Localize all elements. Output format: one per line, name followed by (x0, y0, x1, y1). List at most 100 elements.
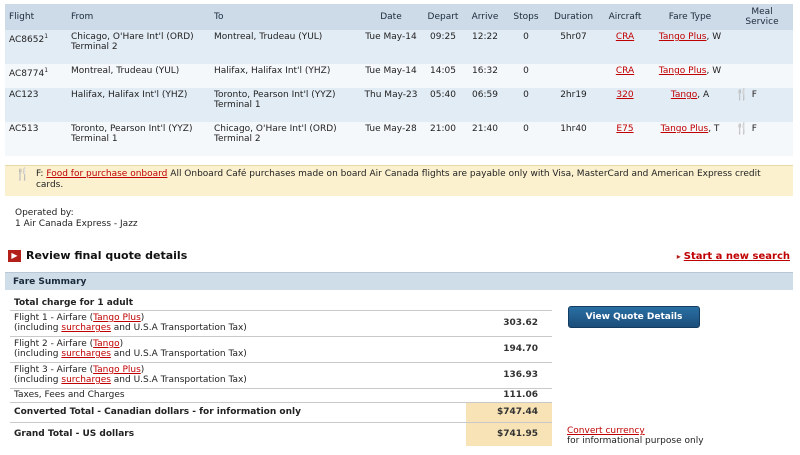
total-charge-label: Total charge for 1 adult (10, 296, 466, 311)
aircraft-link[interactable]: CRA (616, 32, 634, 42)
aircraft-link[interactable]: CRA (616, 66, 634, 76)
converted-total-label: Converted Total - Canadian dollars - for… (10, 402, 466, 423)
table-row: AC513 Toronto, Pearson Int'l (YYZ) Termin… (5, 122, 793, 156)
fare-type-cell: Tango, A (649, 88, 731, 122)
new-search: ▸ Start a new search (677, 251, 790, 262)
operated-by-value: 1 Air Canada Express - Jazz (15, 219, 138, 229)
depart-cell: 21:00 (422, 122, 464, 156)
fare-type-cell: Tango Plus, T (649, 122, 731, 156)
fare-summary-bar: Fare Summary (5, 272, 793, 290)
fare-type-link[interactable]: Tango Plus (93, 365, 141, 375)
date-cell: Tue May-14 (360, 64, 422, 88)
arrive-cell: 12:22 (464, 30, 506, 64)
fare-type-cell: Tango Plus, W (649, 30, 731, 64)
stops-cell: 0 (506, 30, 546, 64)
col-depart: Depart (422, 4, 464, 30)
table-row: AC87741 Montreal, Trudeau (YUL) Halifax,… (5, 64, 793, 88)
flight-number: AC86521 (5, 30, 67, 64)
aircraft-link[interactable]: E75 (616, 124, 633, 134)
from-cell: Montreal, Trudeau (YUL) (67, 64, 210, 88)
col-arrive: Arrive (464, 4, 506, 30)
convert-currency-link[interactable]: Convert currency (567, 426, 645, 436)
col-flight: Flight (5, 4, 67, 30)
date-cell: Tue May-14 (360, 30, 422, 64)
date-cell: Thu May-23 (360, 88, 422, 122)
stops-cell: 0 (506, 122, 546, 156)
col-meal-service: Meal Service (731, 4, 793, 30)
col-fare-type: Fare Type (649, 4, 731, 30)
caret-right-icon: ▸ (676, 252, 681, 261)
table-row: AC123 Halifax, Halifax Int'l (YHZ) Toron… (5, 88, 793, 122)
col-aircraft: Aircraft (601, 4, 649, 30)
arrive-cell: 06:59 (464, 88, 506, 122)
duration-cell (546, 64, 601, 88)
fare-amount: 136.93 (466, 362, 552, 389)
review-title: Review final quote details (26, 249, 188, 262)
view-quote-details-button[interactable]: View Quote Details (568, 306, 700, 328)
total-charge-row: Total charge for 1 adult (10, 296, 552, 311)
fare-type-link[interactable]: Tango (671, 90, 697, 100)
col-date: Date (360, 4, 422, 30)
fare-line: Flight 2 - Airfare (Tango) (including su… (10, 336, 552, 363)
convert-note: for informational purpose only (567, 436, 704, 446)
aircraft-link[interactable]: 320 (616, 90, 633, 100)
from-cell: Toronto, Pearson Int'l (YYZ) Terminal 1 (67, 122, 210, 156)
fare-type-link[interactable]: Tango Plus (659, 32, 707, 42)
fork-knife-icon: 🍴 (735, 88, 749, 101)
surcharges-link[interactable]: surcharges (61, 323, 111, 333)
operated-by-label: Operated by: (15, 208, 74, 218)
to-cell: Toronto, Pearson Int'l (YYZ) Terminal 1 (210, 88, 360, 122)
start-new-search-link[interactable]: Start a new search (684, 251, 790, 262)
col-stops: Stops (506, 4, 546, 30)
taxes-label: Taxes, Fees and Charges (10, 388, 466, 403)
duration-cell: 2hr19 (546, 88, 601, 122)
from-cell: Chicago, O'Hare Int'l (ORD) Terminal 2 (67, 30, 210, 64)
convert-currency: Convert currency for informational purpo… (567, 426, 704, 446)
fork-knife-icon: 🍴 (15, 167, 30, 181)
date-cell: Tue May-28 (360, 122, 422, 156)
meal-code: F: (35, 169, 44, 179)
from-cell: Halifax, Halifax Int'l (YHZ) (67, 88, 210, 122)
col-duration: Duration (546, 4, 601, 30)
converted-total-row: Converted Total - Canadian dollars - for… (10, 402, 552, 423)
depart-cell: 14:05 (422, 64, 464, 88)
fare-type-cell: Tango Plus, W (649, 64, 731, 88)
to-cell: Chicago, O'Hare Int'l (ORD) Terminal 2 (210, 122, 360, 156)
meal-cell (731, 64, 793, 88)
aircraft-cell: CRA (601, 30, 649, 64)
aircraft-cell: CRA (601, 64, 649, 88)
fare-summary-table: Total charge for 1 adult Flight 1 - Airf… (10, 296, 552, 446)
food-for-purchase-link[interactable]: Food for purchase onboard (46, 169, 167, 179)
stops-cell: 0 (506, 88, 546, 122)
flights-table: Flight From To Date Depart Arrive Stops … (5, 4, 793, 156)
stops-cell: 0 (506, 64, 546, 88)
fare-type-link[interactable]: Tango Plus (93, 313, 141, 323)
meal-cell (731, 30, 793, 64)
surcharges-link[interactable]: surcharges (61, 349, 111, 359)
fare-amount: 194.70 (466, 336, 552, 363)
fare-type-link[interactable]: Tango (93, 339, 119, 349)
taxes-row: Taxes, Fees and Charges 111.06 (10, 388, 552, 403)
converted-total-amount: $747.44 (466, 402, 552, 423)
to-cell: Montreal, Trudeau (YUL) (210, 30, 360, 64)
aircraft-cell: 320 (601, 88, 649, 122)
fare-type-link[interactable]: Tango Plus (659, 66, 707, 76)
col-to: To (210, 4, 360, 30)
flights-header-row: Flight From To Date Depart Arrive Stops … (5, 4, 793, 30)
arrive-cell: 21:40 (464, 122, 506, 156)
fork-knife-icon: 🍴 (735, 122, 749, 135)
table-row: AC86521 Chicago, O'Hare Int'l (ORD) Termi… (5, 30, 793, 64)
taxes-amount: 111.06 (466, 388, 552, 403)
meal-note: 🍴 F: Food for purchase onboard All Onboa… (5, 165, 793, 196)
play-arrow-icon: ▶ (8, 249, 21, 262)
meal-cell: 🍴 F (731, 88, 793, 122)
flight-number: AC513 (5, 122, 67, 156)
duration-cell: 1hr40 (546, 122, 601, 156)
fare-line: Flight 3 - Airfare (Tango Plus) (includi… (10, 362, 552, 389)
fare-type-link[interactable]: Tango Plus (661, 124, 709, 134)
arrive-cell: 16:32 (464, 64, 506, 88)
depart-cell: 09:25 (422, 30, 464, 64)
duration-cell: 5hr07 (546, 30, 601, 64)
surcharges-link[interactable]: surcharges (61, 375, 111, 385)
col-from: From (67, 4, 210, 30)
